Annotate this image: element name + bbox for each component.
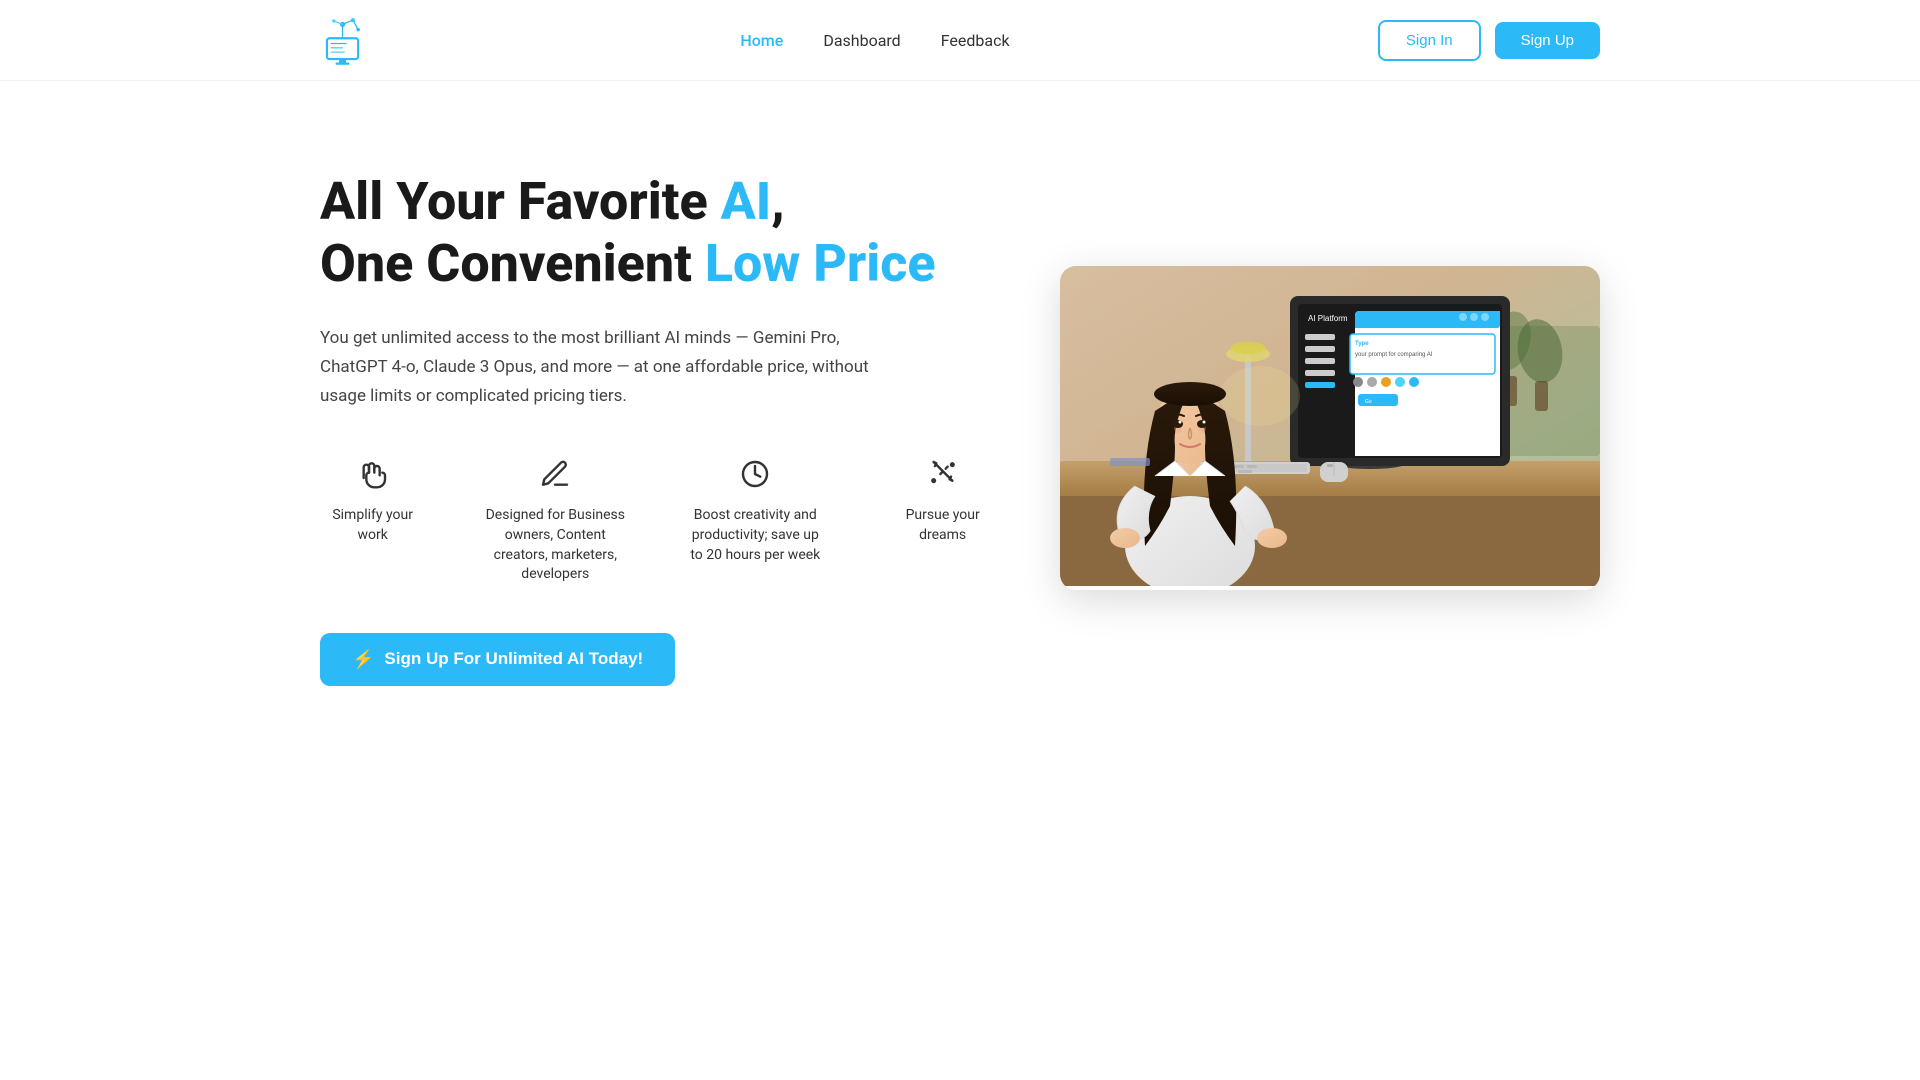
hero-title: All Your Favorite AI, One Convenient Low…: [320, 171, 1000, 296]
feature-business: Designed for Business owners, Content cr…: [485, 454, 625, 584]
hero-section: All Your Favorite AI, One Convenient Low…: [0, 81, 1920, 766]
svg-text:your prompt for comparing AI: your prompt for comparing AI: [1355, 352, 1433, 358]
cta-label: Sign Up For Unlimited AI Today!: [384, 649, 643, 669]
wand-icon: [923, 454, 963, 494]
feature-simplify: Simplify your work: [320, 454, 425, 545]
nav-home[interactable]: Home: [740, 31, 783, 50]
cta-signup-button[interactable]: ⚡ Sign Up For Unlimited AI Today!: [320, 633, 675, 686]
title-highlight-ai: AI: [721, 171, 772, 232]
feature-boost: Boost creativity and productivity; save …: [685, 454, 825, 565]
logo-area[interactable]: [320, 14, 372, 66]
hero-left: All Your Favorite AI, One Convenient Low…: [320, 171, 1000, 686]
title-highlight-price: Low Price: [705, 233, 936, 294]
hero-description: You get unlimited access to the most bri…: [320, 324, 880, 411]
svg-text:Go: Go: [1365, 399, 1372, 405]
nav-dashboard[interactable]: Dashboard: [823, 31, 900, 50]
svg-text:Type: Type: [1355, 341, 1369, 347]
signup-button[interactable]: Sign Up: [1495, 22, 1600, 59]
features-row: Simplify your work Designed for Business…: [320, 454, 1000, 584]
nav-feedback[interactable]: Feedback: [941, 31, 1010, 50]
bolt-icon: ⚡: [352, 649, 374, 670]
hero-illustration: AI Platform Type your prompt for compari…: [1060, 266, 1600, 586]
feature-dreams: Pursue your dreams: [885, 454, 1000, 545]
feature-business-label: Designed for Business owners, Content cr…: [485, 506, 625, 584]
feature-simplify-label: Simplify your work: [320, 506, 425, 545]
pencil-icon: [535, 454, 575, 494]
title-comma: ,: [771, 171, 784, 232]
navbar: Home Dashboard Feedback Sign In Sign Up: [0, 0, 1920, 81]
feature-dreams-label: Pursue your dreams: [885, 506, 1000, 545]
clock-icon: [735, 454, 775, 494]
feature-boost-label: Boost creativity and productivity; save …: [685, 506, 825, 565]
hero-image-wrapper: AI Platform Type your prompt for compari…: [1060, 266, 1600, 590]
hand-pointer-icon: [353, 454, 393, 494]
svg-text:AI Platform: AI Platform: [1308, 314, 1348, 323]
nav-links: Home Dashboard Feedback: [740, 31, 1009, 50]
title-line2-part1: One Convenient: [320, 233, 705, 294]
nav-buttons: Sign In Sign Up: [1378, 20, 1600, 61]
hero-image-container: AI Platform Type your prompt for compari…: [1060, 266, 1600, 590]
signin-button[interactable]: Sign In: [1378, 20, 1481, 61]
title-part1: All Your Favorite: [320, 171, 721, 232]
logo-icon: [320, 14, 372, 66]
